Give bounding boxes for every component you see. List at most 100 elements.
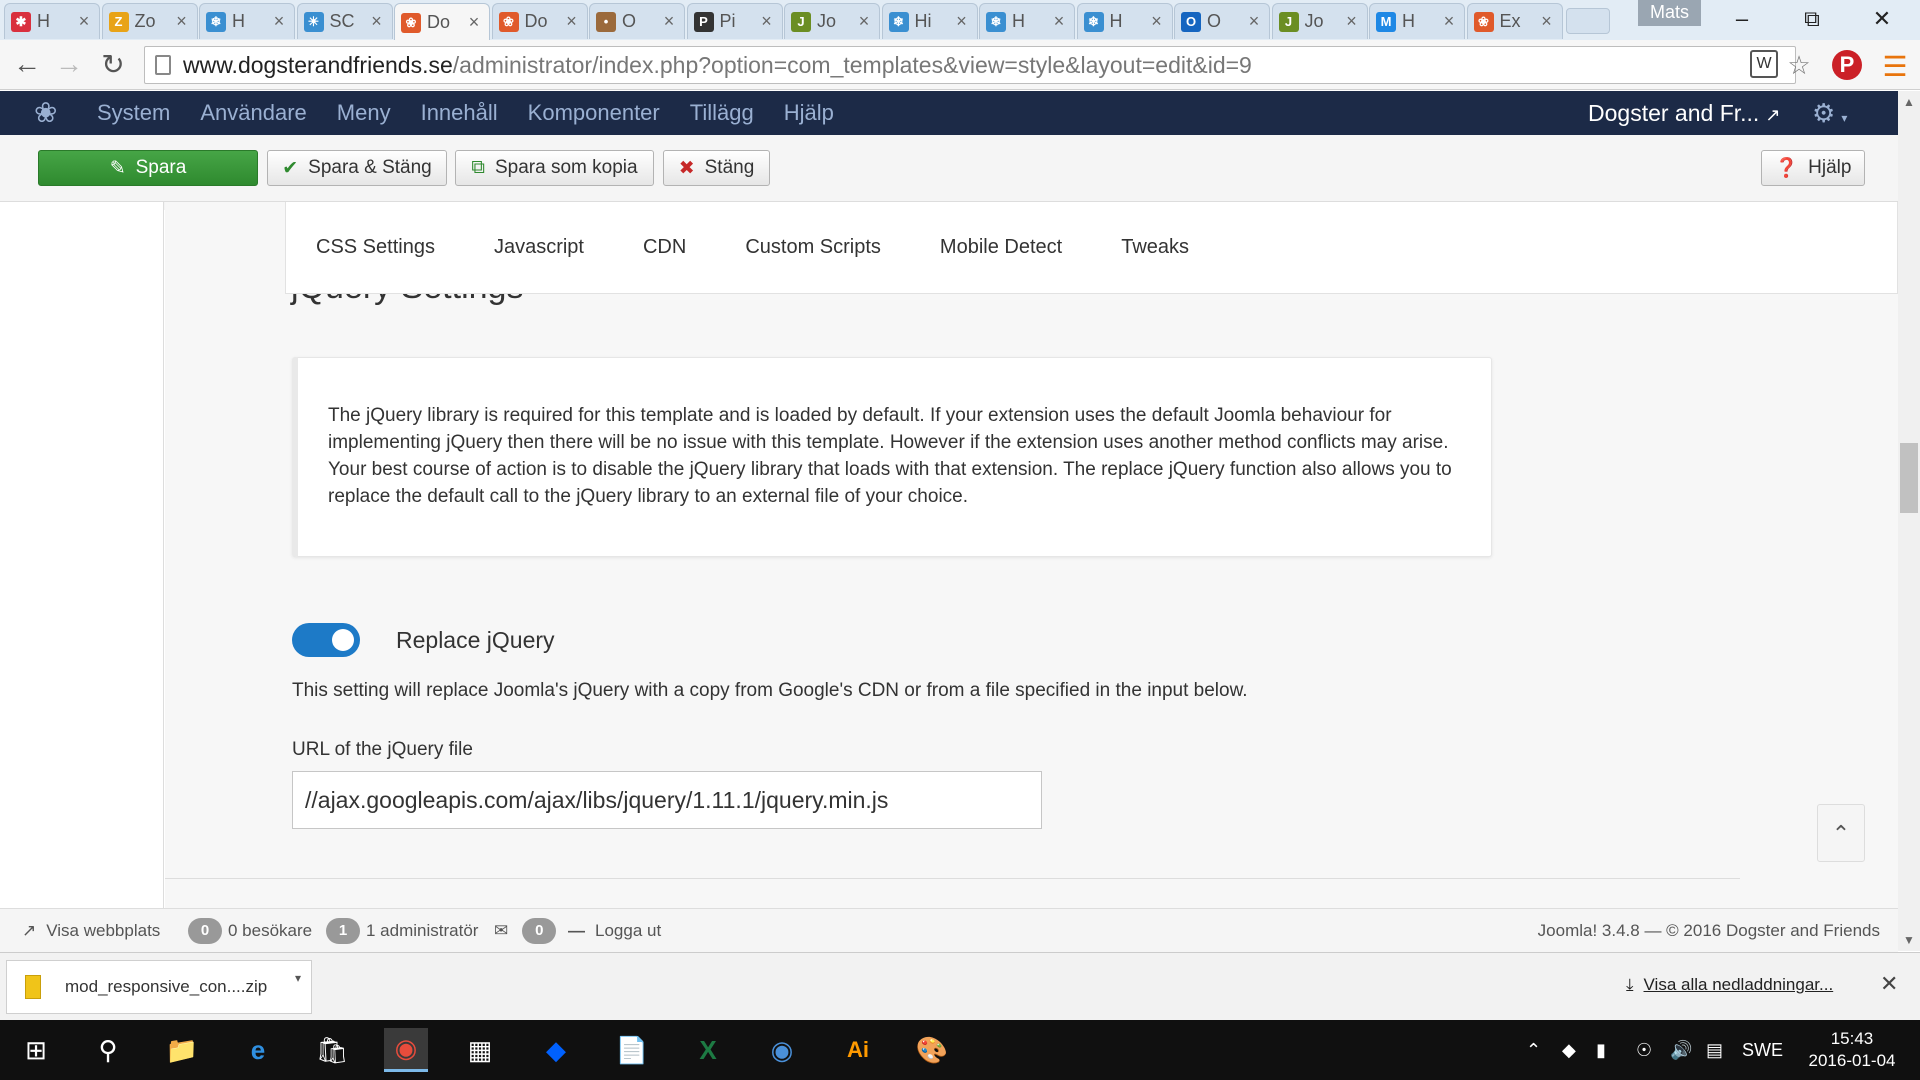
template-tab[interactable]: CDN (643, 236, 686, 259)
tab-close-icon[interactable]: × (173, 11, 191, 32)
reload-icon[interactable]: ↻ (96, 48, 130, 81)
pinterest-icon[interactable]: P (1832, 50, 1862, 80)
close-downloads-icon[interactable]: ✕ (1880, 971, 1898, 997)
wappalyzer-extension-icon[interactable]: W (1750, 50, 1778, 78)
browser-tab[interactable]: • O × (589, 3, 685, 39)
scroll-to-top-button[interactable]: ⌃ (1817, 804, 1865, 862)
scrollbar-thumb[interactable] (1900, 443, 1918, 513)
tab-close-icon[interactable]: × (660, 11, 678, 32)
browser-tab[interactable]: J Jo × (1271, 3, 1368, 39)
tab-close-icon[interactable]: × (1050, 11, 1068, 32)
store-icon[interactable]: 🛍 (310, 1028, 354, 1072)
template-tab[interactable]: Mobile Detect (940, 236, 1062, 259)
save-close-button[interactable]: ✔ Spara & Stäng (267, 150, 447, 186)
tab-close-icon[interactable]: × (75, 11, 93, 32)
browser-tab[interactable]: Z Zo × (101, 3, 198, 39)
close-button[interactable]: ✖ Stäng (663, 150, 770, 186)
thunderbird-icon[interactable]: ◉ (760, 1028, 804, 1072)
download-menu-icon[interactable]: ▾ (295, 971, 301, 985)
close-window-icon[interactable]: ✕ (1862, 6, 1902, 32)
tray-chevron-icon[interactable]: ⌃ (1526, 1020, 1541, 1080)
browser-tab[interactable]: ❀ Do × (394, 3, 490, 41)
admin-menu-item[interactable]: Innehåll (421, 91, 498, 135)
file-manager-icon[interactable]: 📄 (610, 1028, 654, 1072)
settings-gear-icon[interactable]: ⚙ ▾ (1812, 91, 1847, 140)
messages-status[interactable]: ✉ 0 (494, 909, 562, 953)
tab-close-icon[interactable]: × (368, 11, 386, 32)
browser-tab[interactable]: ❀ Do × (491, 3, 588, 39)
language-indicator[interactable]: SWE (1742, 1020, 1783, 1080)
dropbox-tray-icon[interactable]: ◆ (1562, 1020, 1576, 1080)
admin-menu-item[interactable]: Användare (200, 91, 306, 135)
volume-icon[interactable]: 🔊 (1670, 1020, 1692, 1080)
edge-icon[interactable]: e (236, 1028, 280, 1072)
chrome-icon[interactable]: ◉ (384, 1028, 428, 1072)
minimize-icon[interactable]: – (1722, 6, 1762, 32)
new-tab-button[interactable] (1566, 8, 1610, 34)
admin-menu-item[interactable]: Hjälp (784, 91, 834, 135)
tab-close-icon[interactable]: × (1343, 11, 1361, 32)
tab-close-icon[interactable]: × (563, 11, 581, 32)
wifi-icon[interactable]: ☉ (1636, 1020, 1652, 1080)
windows-start-icon[interactable]: ⊞ (14, 1028, 58, 1072)
template-tab[interactable]: Custom Scripts (745, 236, 881, 259)
calculator-icon[interactable]: ▦ (458, 1028, 502, 1072)
page-scrollbar[interactable]: ▲ ▼ (1898, 91, 1920, 951)
profile-button[interactable]: Mats (1638, 0, 1702, 26)
admin-menu-item[interactable]: Meny (337, 91, 391, 135)
battery-icon[interactable]: ▮ (1596, 1020, 1606, 1080)
logout-link[interactable]: — Logga ut (568, 909, 661, 953)
notifications-icon[interactable]: ▤ (1706, 1020, 1723, 1080)
forward-icon[interactable]: → (52, 48, 86, 80)
excel-icon[interactable]: X (686, 1028, 730, 1072)
template-tab[interactable]: Tweaks (1121, 236, 1189, 259)
save-copy-button[interactable]: ⧉ Spara som kopia (455, 150, 654, 186)
template-tab[interactable]: Javascript (494, 236, 584, 259)
scroll-up-icon[interactable]: ▲ (1898, 95, 1920, 109)
browser-tab[interactable]: O O × (1174, 3, 1270, 39)
admin-menu-item[interactable]: Komponenter (528, 91, 660, 135)
browser-tab[interactable]: ❄ H × (1076, 3, 1173, 39)
tab-close-icon[interactable]: × (465, 12, 483, 33)
search-icon[interactable]: ⚲ (86, 1028, 130, 1072)
browser-tab[interactable]: ❀ Ex × (1466, 3, 1563, 39)
replace-jquery-toggle[interactable] (292, 623, 360, 657)
tab-close-icon[interactable]: × (270, 11, 288, 32)
browser-tab[interactable]: ❄ Hi × (881, 3, 978, 39)
address-bar[interactable]: www.dogsterandfriends.se/administrator/i… (144, 46, 1796, 84)
template-tab[interactable]: CSS Settings (316, 236, 435, 259)
joomla-logo-icon[interactable]: ❀ (34, 99, 64, 127)
dropbox-icon[interactable]: ◆ (534, 1028, 578, 1072)
show-all-downloads-link[interactable]: ⤓ Visa alla nedladdningar... (1626, 975, 1833, 995)
tab-close-icon[interactable]: × (855, 11, 873, 32)
menu-icon[interactable]: ☰ (1880, 50, 1910, 82)
tab-close-icon[interactable]: × (1245, 11, 1263, 32)
restore-icon[interactable]: ⧉ (1792, 6, 1832, 32)
scroll-down-icon[interactable]: ▼ (1898, 933, 1920, 947)
tab-close-icon[interactable]: × (1148, 11, 1166, 32)
download-item[interactable]: mod_responsive_con....zip (6, 960, 312, 1014)
url-text[interactable]: www.dogsterandfriends.se/administrator/i… (183, 52, 1252, 79)
browser-tab[interactable]: P Pi × (686, 3, 783, 39)
paint-icon[interactable]: 🎨 (910, 1028, 954, 1072)
back-icon[interactable]: ← (10, 48, 44, 80)
tab-close-icon[interactable]: × (758, 11, 776, 32)
file-explorer-icon[interactable]: 📁 (160, 1028, 204, 1072)
bookmark-star-icon[interactable]: ☆ (1784, 50, 1814, 80)
browser-tab[interactable]: ❄ H × (199, 3, 295, 39)
clock[interactable]: 15:43 2016-01-04 (1792, 1028, 1912, 1072)
browser-tab[interactable]: J Jo × (784, 3, 880, 39)
save-button[interactable]: ✎ Spara (38, 150, 258, 186)
tab-close-icon[interactable]: × (953, 11, 971, 32)
tab-close-icon[interactable]: × (1538, 11, 1556, 32)
admin-menu-item[interactable]: Tillägg (690, 91, 754, 135)
illustrator-icon[interactable]: Ai (836, 1028, 880, 1072)
site-link[interactable]: Dogster and Fr... ↗ (1588, 91, 1780, 137)
help-button[interactable]: ❓ Hjälp (1761, 150, 1865, 186)
admin-menu-item[interactable]: System (97, 91, 170, 135)
visit-site-link[interactable]: ↗ Visa webbplats (22, 909, 160, 953)
browser-tab[interactable]: M H × (1369, 3, 1465, 39)
browser-tab[interactable]: ❄ H × (979, 3, 1075, 39)
tab-close-icon[interactable]: × (1440, 11, 1458, 32)
browser-tab[interactable]: ☀ SC × (296, 3, 393, 39)
